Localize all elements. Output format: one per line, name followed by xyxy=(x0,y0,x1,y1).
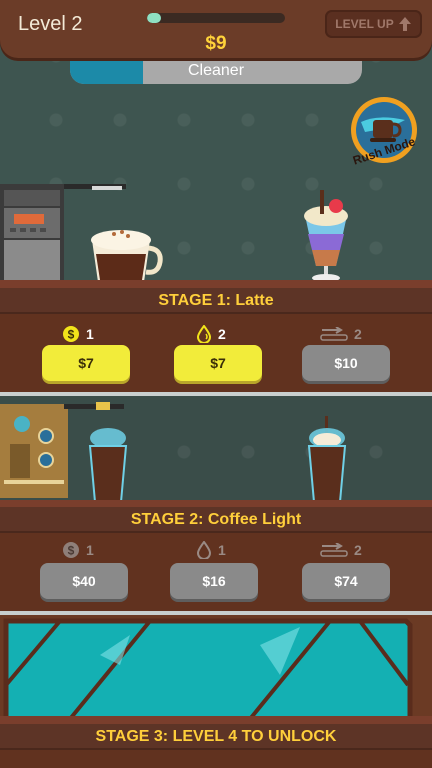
coin-icon: $ xyxy=(63,326,79,342)
iced-coffee-cup-1 xyxy=(86,426,130,506)
xp-progress-bar xyxy=(147,13,285,23)
drop-icon xyxy=(196,541,212,559)
rush-mode-button[interactable]: Rush Mode xyxy=(343,92,425,174)
stage-3-locked-window xyxy=(0,615,432,725)
iced-coffee-cream-icon xyxy=(307,416,347,503)
stage-1-coin-upgrade-button[interactable]: $7 xyxy=(42,345,130,381)
stage-1-drop-upgrade-button[interactable]: $7 xyxy=(174,345,262,381)
coin-icon: $ xyxy=(63,542,79,558)
stage-1-drop-stat: 2 xyxy=(196,324,226,344)
svg-text:$: $ xyxy=(68,544,75,558)
cleaner-label: Cleaner xyxy=(187,62,245,79)
cleaner-progress-bar[interactable]: Cleaner xyxy=(70,58,362,84)
money-display: $9 xyxy=(205,33,227,54)
iced-coffee-icon xyxy=(88,428,128,503)
iced-coffee-cup-2 xyxy=(304,416,350,506)
stage-2-drop-upgrade-button[interactable]: $16 xyxy=(170,563,258,599)
latte-cup[interactable] xyxy=(88,218,164,286)
level-label: Level 2 xyxy=(18,13,83,35)
arrow-up-icon xyxy=(398,17,411,31)
stage-2-title: STAGE 2: Coffee Light xyxy=(130,511,302,528)
coin-level: 1 xyxy=(86,542,94,558)
drop-level: 2 xyxy=(218,326,226,342)
stage-1-coin-stat: $ 1 xyxy=(62,324,94,344)
stage-1-conveyor-stat: 2 xyxy=(320,324,362,344)
stage-2-conveyor-upgrade-button[interactable]: $74 xyxy=(302,563,390,599)
conveyor-level: 2 xyxy=(354,326,362,342)
conveyor-level: 2 xyxy=(354,542,362,558)
drop-level: 1 xyxy=(218,542,226,558)
dessert-drink xyxy=(296,186,356,284)
top-bar: Level 2 $9 LEVEL UP xyxy=(0,0,432,58)
parfait-icon xyxy=(304,190,348,282)
stage-3-upgrade-panel xyxy=(0,750,432,768)
stage-2-drop-stat: 1 xyxy=(196,540,226,560)
stage-2-conveyor-stat: 2 xyxy=(320,540,362,560)
level-up-label: LEVEL UP xyxy=(335,17,394,31)
stage-3-title: STAGE 3: LEVEL 4 TO UNLOCK xyxy=(95,728,337,745)
drop-icon xyxy=(196,325,212,343)
coin-level: 1 xyxy=(86,326,94,342)
stage-1-title: STAGE 1: Latte xyxy=(158,292,274,309)
latte-icon xyxy=(91,230,163,282)
stage-2-coin-upgrade-button[interactable]: $40 xyxy=(40,563,128,599)
glass-window-icon xyxy=(3,618,413,722)
conveyor-icon xyxy=(320,543,348,557)
level-up-button[interactable]: LEVEL UP xyxy=(325,10,422,38)
stage-2-coin-stat: $ 1 xyxy=(62,540,94,560)
svg-text:$: $ xyxy=(68,328,75,342)
stage-1-conveyor-upgrade-button[interactable]: $10 xyxy=(302,345,390,381)
xp-progress-fill xyxy=(147,13,161,23)
conveyor-icon xyxy=(320,327,348,341)
